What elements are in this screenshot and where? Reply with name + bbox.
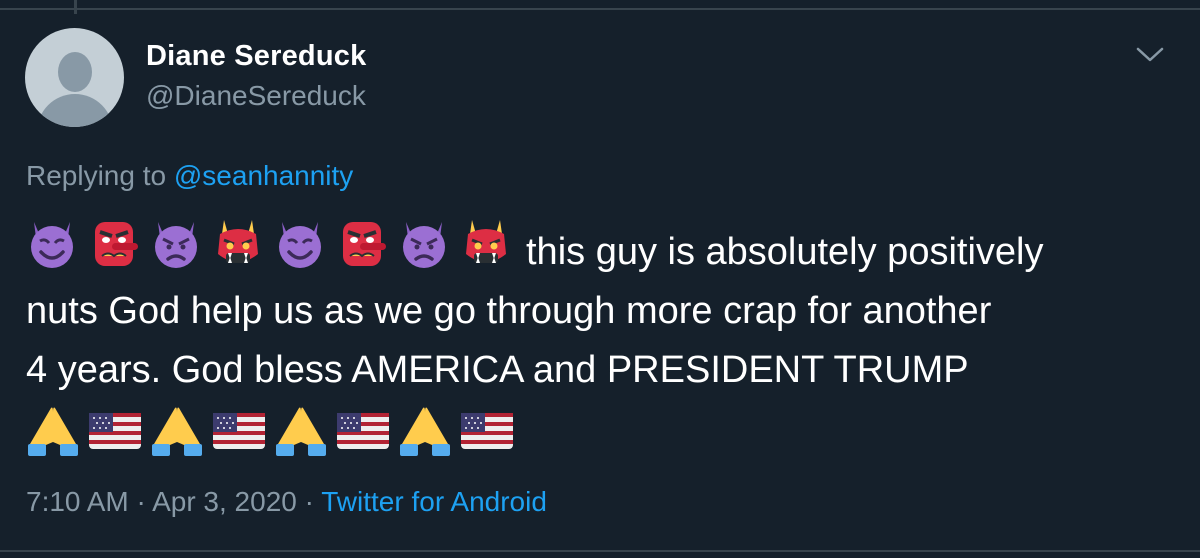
tengu-emoji-icon: [95, 222, 138, 266]
us-flag-emoji-icon: [461, 413, 513, 449]
tweet-time[interactable]: 7:10 AM: [26, 486, 129, 517]
tweet-date[interactable]: Apr 3, 2020: [152, 486, 297, 517]
replying-to-line: Replying to @seanhannity: [26, 160, 353, 192]
avatar[interactable]: [25, 28, 124, 127]
tweet-body: this guy is absolutely positively nuts G…: [26, 218, 1176, 456]
thread-connector-line: [74, 0, 77, 14]
folded-hands-emoji-icon: [152, 407, 202, 456]
tweet-source-link[interactable]: Twitter for Android: [321, 486, 547, 517]
folded-hands-emoji-icon: [276, 407, 326, 456]
tweet-metadata: 7:10 AM · Apr 3, 2020 · Twitter for Andr…: [26, 486, 547, 518]
tweet-text-line-2: nuts God help us as we go through more c…: [26, 290, 992, 332]
top-divider: [0, 8, 1200, 10]
smiling-devil-emoji-icon: [31, 222, 73, 268]
us-flag-emoji-icon: [213, 413, 265, 449]
ogre-emoji-icon: [466, 220, 506, 263]
tengu-emoji-icon: [343, 222, 386, 266]
trailing-emoji-group: [26, 404, 1176, 456]
us-flag-emoji-icon: [89, 413, 141, 449]
bottom-divider: [0, 550, 1200, 552]
smiling-devil-emoji-icon: [279, 222, 321, 268]
meta-separator: ·: [304, 486, 314, 517]
folded-hands-emoji-icon: [28, 407, 78, 456]
leading-emoji-group: [26, 218, 512, 270]
ogre-emoji-icon: [218, 220, 258, 263]
chevron-down-icon[interactable]: [1130, 40, 1170, 70]
angry-devil-emoji-icon: [155, 222, 197, 268]
replying-to-label: Replying to: [26, 160, 167, 191]
display-name[interactable]: Diane Sereduck: [146, 40, 366, 73]
tweet-line-1: this guy is absolutely positively: [26, 218, 1176, 282]
avatar-head-shape: [58, 52, 92, 92]
folded-hands-emoji-icon: [400, 407, 450, 456]
replying-to-mention-link[interactable]: @seanhannity: [174, 160, 353, 191]
meta-separator: ·: [136, 486, 146, 517]
tweet-text-line-3: 4 years. God bless AMERICA and PRESIDENT…: [26, 349, 969, 391]
tweet-card: Diane Sereduck @DianeSereduck Replying t…: [0, 0, 1200, 558]
us-flag-emoji-icon: [337, 413, 389, 449]
avatar-body-shape: [37, 94, 113, 127]
angry-devil-emoji-icon: [403, 222, 445, 268]
user-handle[interactable]: @DianeSereduck: [146, 80, 366, 112]
tweet-text-line-1: this guy is absolutely positively: [526, 231, 1044, 273]
